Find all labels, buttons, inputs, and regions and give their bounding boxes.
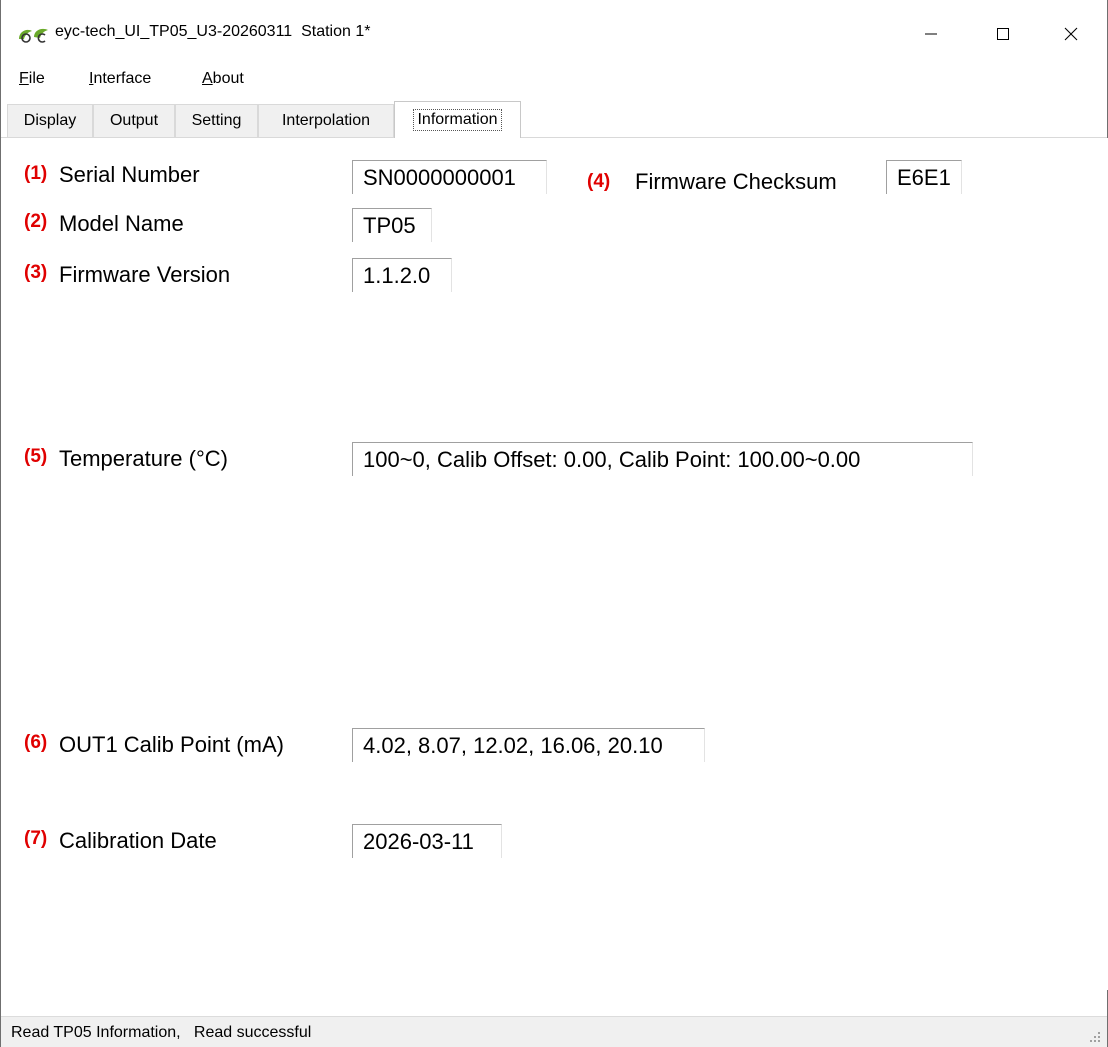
status-bar: Read TP05 Information, Read successful: [1, 1016, 1107, 1047]
resize-grip-icon[interactable]: [1087, 1029, 1101, 1043]
model-name-label: Model Name: [59, 211, 184, 236]
tab-information-label: Information: [413, 109, 502, 131]
firmware-version-label: Firmware Version: [59, 262, 231, 287]
window-title: eyc-tech_UI_TP05_U3-20260311 Station 1*: [55, 23, 371, 40]
close-button[interactable]: [1041, 14, 1101, 54]
firmware-checksum-field[interactable]: E6E1: [886, 160, 962, 194]
tab-display-label: Display: [23, 112, 77, 129]
annotation-5: (5): [24, 446, 48, 467]
menu-file-label: ile: [28, 70, 45, 87]
annotation-4: (4): [587, 171, 611, 192]
annotation-1: (1): [24, 163, 48, 184]
tab-interpolation[interactable]: Interpolation: [258, 104, 394, 137]
serial-number-field[interactable]: SN0000000001: [352, 160, 547, 194]
calibration-date-field[interactable]: 2026-03-11: [352, 824, 502, 858]
out1-calib-point-field[interactable]: 4.02, 8.07, 12.02, 16.06, 20.10: [352, 728, 705, 762]
minimize-icon: [923, 26, 939, 42]
tab-display[interactable]: Display: [7, 104, 93, 137]
app-window: eyc-tech_UI_TP05_U3-20260311 Station 1* …: [0, 0, 1108, 1047]
maximize-button[interactable]: [973, 14, 1033, 54]
menu-bar: File Interface About: [1, 64, 1107, 98]
menu-file-mnemonic: F: [19, 70, 29, 87]
annotation-7: (7): [24, 828, 48, 849]
menu-interface-label: nterface: [93, 70, 152, 87]
tab-interpolation-label: Interpolation: [281, 112, 371, 129]
annotation-6: (6): [24, 732, 48, 753]
menu-interface[interactable]: Interface: [89, 70, 151, 88]
model-name-field[interactable]: TP05: [352, 208, 432, 242]
eyc-leaf-logo-icon: [17, 24, 51, 44]
title-bar[interactable]: eyc-tech_UI_TP05_U3-20260311 Station 1*: [1, 0, 1107, 64]
out1-calib-point-label: OUT1 Calib Point (mA): [59, 732, 284, 757]
annotation-3: (3): [24, 262, 48, 283]
menu-about-label: bout: [212, 70, 244, 87]
tab-output-label: Output: [109, 112, 159, 129]
firmware-version-field[interactable]: 1.1.2.0: [352, 258, 452, 292]
menu-about[interactable]: About: [202, 70, 244, 88]
temperature-label: Temperature (°C): [59, 446, 228, 471]
tab-information[interactable]: Information: [394, 101, 521, 138]
serial-number-label: Serial Number: [59, 162, 200, 187]
tab-output[interactable]: Output: [93, 104, 175, 137]
menu-about-mnemonic: A: [202, 70, 213, 87]
calibration-date-label: Calibration Date: [59, 828, 217, 853]
annotation-2: (2): [24, 211, 48, 232]
status-text: Read TP05 Information, Read successful: [11, 1024, 312, 1041]
tab-setting[interactable]: Setting: [175, 104, 258, 137]
maximize-icon: [995, 26, 1011, 42]
close-icon: [1063, 26, 1079, 42]
menu-file[interactable]: File: [19, 70, 45, 88]
information-panel: (1) Serial Number SN0000000001 (4) Firmw…: [2, 138, 1108, 990]
minimize-button[interactable]: [901, 14, 961, 54]
temperature-field[interactable]: 100~0, Calib Offset: 0.00, Calib Point: …: [352, 442, 973, 476]
firmware-checksum-label: Firmware Checksum: [635, 169, 837, 194]
tab-setting-label: Setting: [191, 112, 242, 129]
